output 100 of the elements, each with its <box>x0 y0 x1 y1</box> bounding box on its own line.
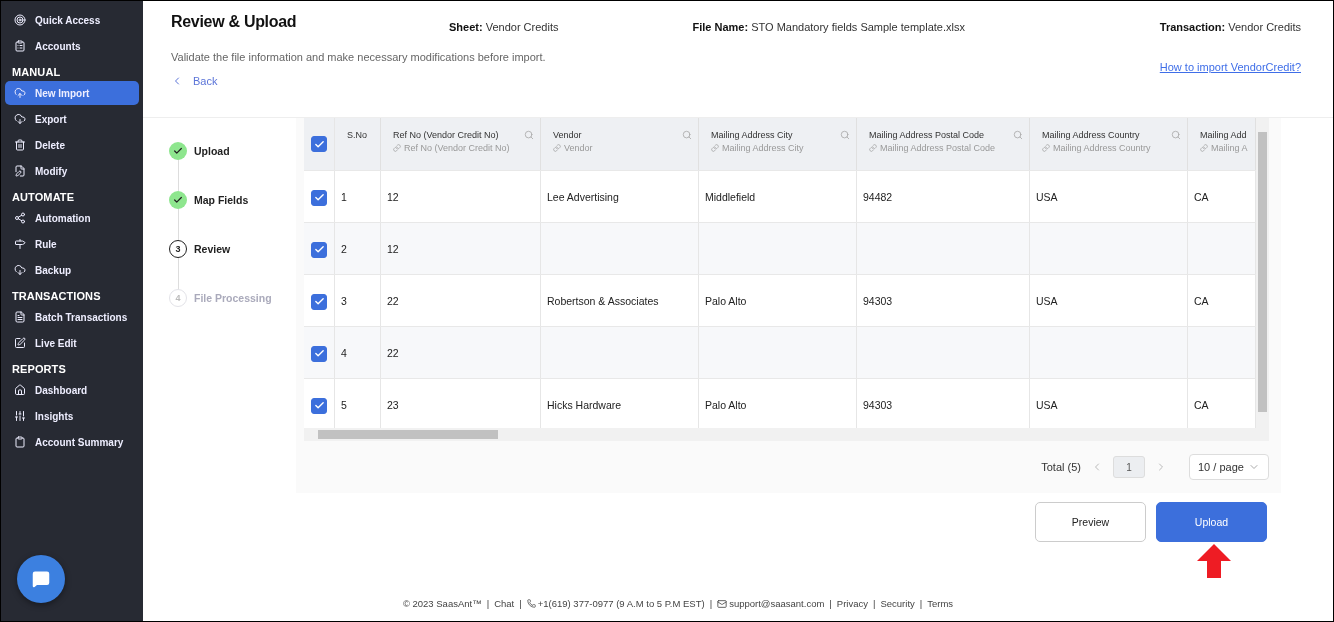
horizontal-scrollbar[interactable] <box>304 428 1269 441</box>
step-indicator: 4 <box>169 289 187 307</box>
page-size-select[interactable]: 10 / page <box>1189 454 1269 480</box>
footer-separator: | <box>829 598 832 609</box>
step-label: Review <box>194 243 231 255</box>
vertical-scrollbar[interactable] <box>1256 118 1269 428</box>
sidebar-item[interactable]: Automation <box>5 206 139 230</box>
table-cell: 3 <box>341 294 347 307</box>
mapped-field: Mailing Address Country <box>1042 143 1151 153</box>
sidebar-item[interactable]: Insights <box>5 404 139 428</box>
pointer-arrow <box>1197 544 1231 578</box>
link-icon <box>869 144 877 152</box>
column-header: Mailing Address Postal Code <box>869 130 986 140</box>
home-icon <box>14 384 26 396</box>
cloud-download-icon <box>14 264 26 276</box>
page-description: Validate the file information and make necessary modifications before import. <box>171 51 547 63</box>
sidebar-item[interactable]: Rule <box>5 232 139 256</box>
preview-button[interactable]: Preview <box>1035 502 1146 542</box>
check-icon <box>313 348 325 359</box>
upload-button[interactable]: Upload <box>1156 502 1267 542</box>
column-header: Ref No (Vendor Credit No) <box>393 130 500 140</box>
row-checkbox[interactable] <box>311 293 327 310</box>
file-pen-icon <box>14 165 26 177</box>
table-cell: 4 <box>341 346 347 359</box>
step-indicator: 3 <box>169 240 187 258</box>
chat-icon <box>32 570 50 588</box>
email-link[interactable]: support@saasant.com <box>717 598 825 609</box>
check-icon <box>173 146 183 156</box>
search-icon[interactable] <box>1171 130 1181 140</box>
footer-link[interactable]: Privacy <box>836 598 868 609</box>
search-icon[interactable] <box>840 130 850 140</box>
search-icon[interactable] <box>1013 130 1023 140</box>
phone-link[interactable]: +1(619) 377-0977 (9 A.M to 5 P.M EST) <box>526 598 705 609</box>
row-checkbox[interactable] <box>311 189 327 206</box>
table-cell: CA <box>1194 398 1209 411</box>
footer-link[interactable]: Terms <box>927 598 954 609</box>
row-checkbox[interactable] <box>311 241 327 258</box>
footer-separator: | <box>486 598 490 609</box>
table-cell: 94303 <box>863 398 893 411</box>
sidebar-item[interactable]: Accounts <box>5 34 139 58</box>
clipboard-icon <box>14 40 26 52</box>
phone-icon <box>526 599 536 608</box>
column-header: Mailing Address City <box>711 130 794 140</box>
mapped-field: Mailing Address City <box>711 143 804 153</box>
step-label: File Processing <box>194 292 272 304</box>
page-number[interactable]: 1 <box>1113 456 1145 478</box>
chat-button[interactable] <box>17 555 65 603</box>
table-cell: 12 <box>387 190 399 203</box>
total-count: Total (5) <box>1041 461 1081 473</box>
clipboard-icon <box>14 436 26 448</box>
sidebar-item[interactable]: Backup <box>5 258 139 282</box>
back-link[interactable]: Back <box>171 75 218 87</box>
table-cell: Robertson & Associates <box>547 294 659 307</box>
mapped-field: Vendor <box>553 143 593 153</box>
check-icon <box>313 296 325 307</box>
sidebar-heading: TRANSACTIONS <box>11 289 102 304</box>
sidebar-item[interactable]: Export <box>5 107 139 131</box>
sidebar-item[interactable]: Dashboard <box>5 378 139 402</box>
help-link[interactable]: How to import VendorCredit? <box>1159 61 1301 73</box>
copyright-text: © 2023 SaasAnt™ <box>402 598 482 609</box>
table-cell: USA <box>1036 294 1058 307</box>
table-cell: Lee Advertising <box>547 190 619 203</box>
table-cell: 94303 <box>863 294 893 307</box>
sidebar-item[interactable]: New Import <box>5 81 139 105</box>
select-all-checkbox[interactable] <box>311 136 327 152</box>
sidebar-item[interactable]: Batch Transactions <box>5 305 139 329</box>
table-cell: CA <box>1194 190 1209 203</box>
table-cell: 94482 <box>863 190 893 203</box>
table-cell: USA <box>1036 398 1058 411</box>
step-label: Map Fields <box>194 194 249 206</box>
trash-icon <box>14 139 26 151</box>
file-info: Sheet: Vendor Credits <box>449 21 559 33</box>
signpost-icon <box>14 238 26 250</box>
sidebar-item[interactable]: Live Edit <box>5 331 139 355</box>
footer-link[interactable]: Chat <box>494 598 515 609</box>
sidebar-item[interactable]: Delete <box>5 133 139 157</box>
mapped-field: Mailing A <box>1200 143 1248 153</box>
search-icon[interactable] <box>524 130 534 140</box>
cloud-upload-icon <box>14 87 26 99</box>
mapped-field: Ref No (Vendor Credit No) <box>393 143 510 153</box>
footer-link[interactable]: Security <box>880 598 915 609</box>
table-cell: 23 <box>387 398 399 411</box>
file-info: Transaction: Vendor Credits <box>1159 21 1301 33</box>
sidebar-heading: AUTOMATE <box>11 190 76 205</box>
sliders-icon <box>14 410 26 422</box>
footer-separator: | <box>709 598 713 609</box>
table-cell: 12 <box>387 242 399 255</box>
sidebar-item[interactable]: Modify <box>5 159 139 183</box>
link-icon <box>711 144 719 152</box>
row-checkbox[interactable] <box>311 397 327 414</box>
search-icon[interactable] <box>682 130 692 140</box>
target-icon <box>14 14 26 26</box>
table-cell: 2 <box>341 242 347 255</box>
link-icon <box>1200 144 1208 152</box>
sidebar-item[interactable]: Account Summary <box>5 430 139 454</box>
row-checkbox[interactable] <box>311 345 327 362</box>
table-cell: CA <box>1194 294 1209 307</box>
column-header: S.No <box>347 130 367 140</box>
table-cell: USA <box>1036 190 1058 203</box>
sidebar-item[interactable]: Quick Access <box>5 8 139 32</box>
